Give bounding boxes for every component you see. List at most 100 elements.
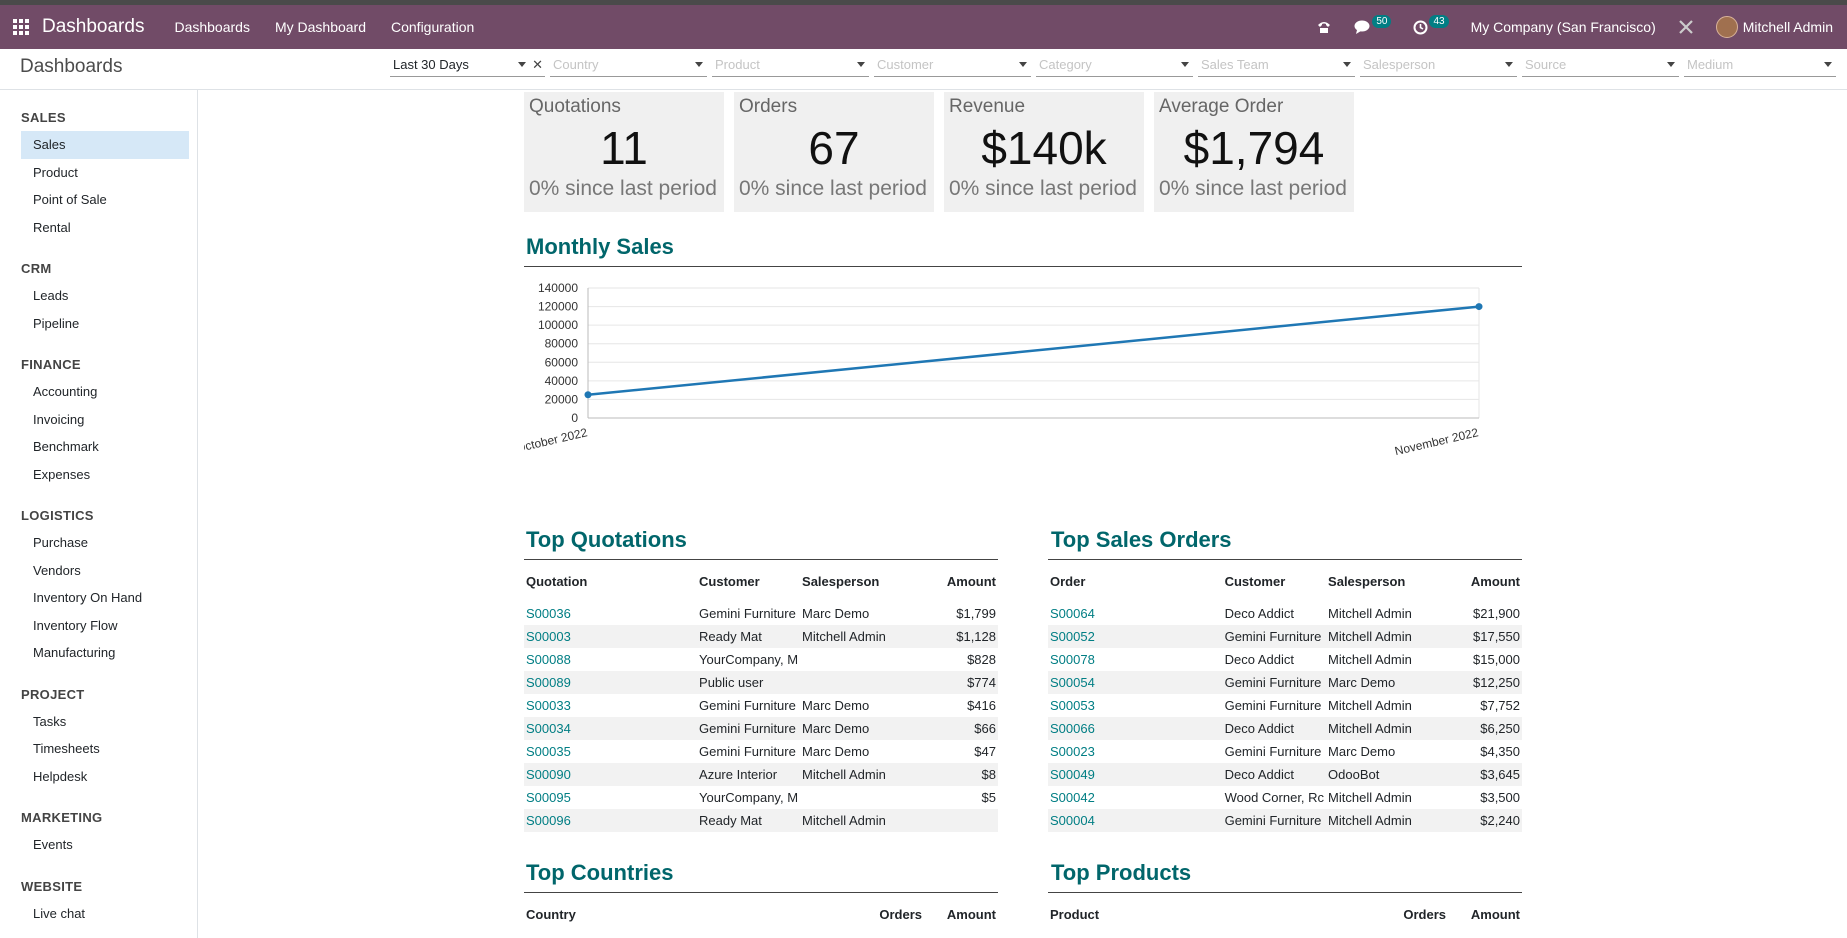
table-row[interactable]: S00096 Ready Mat Mitchell Admin [524, 809, 998, 832]
column-header[interactable]: Orders [844, 901, 924, 927]
sidebar-item-inventory-on-hand[interactable]: Inventory On Hand [21, 584, 189, 612]
record-link[interactable]: S00089 [526, 675, 571, 690]
sidebar-item-invoicing[interactable]: Invoicing [21, 406, 189, 434]
kpi-revenue[interactable]: Revenue $140k 0% since last period [944, 92, 1144, 212]
app-menu-button[interactable] [0, 5, 42, 49]
category-filter[interactable]: Category [1036, 53, 1193, 77]
table-cell[interactable]: S00052 [1048, 625, 1223, 648]
table-row[interactable]: S00064 Deco Addict Mitchell Admin $21,900 [1048, 602, 1522, 625]
table-cell[interactable]: S00036 [524, 602, 697, 625]
table-row[interactable]: S00090 Azure Interior Mitchell Admin $8 [524, 763, 998, 786]
record-link[interactable]: S00054 [1050, 675, 1095, 690]
record-link[interactable]: S00049 [1050, 767, 1095, 782]
column-header[interactable]: Orders [1368, 901, 1448, 927]
kpi-orders[interactable]: Orders 67 0% since last period [734, 92, 934, 212]
sidebar-item-inventory-flow[interactable]: Inventory Flow [21, 612, 189, 640]
sidebar-item-product[interactable]: Product [21, 159, 189, 187]
table-cell[interactable]: S00090 [524, 763, 698, 786]
record-link[interactable]: S00003 [526, 629, 571, 644]
table-cell[interactable]: S00035 [524, 740, 697, 763]
sidebar-item-purchase[interactable]: Purchase [21, 529, 189, 557]
record-link[interactable]: S00064 [1050, 606, 1095, 621]
sidebar-item-tasks[interactable]: Tasks [21, 708, 189, 736]
kpi-quotations[interactable]: Quotations 11 0% since last period [524, 92, 724, 212]
record-link[interactable]: S00096 [526, 813, 571, 828]
record-link[interactable]: S00042 [1050, 790, 1095, 805]
table-row[interactable]: S00088 YourCompany, M $828 [524, 648, 998, 671]
record-link[interactable]: S00066 [1050, 721, 1095, 736]
app-brand[interactable]: Dashboards [42, 16, 144, 38]
table-cell[interactable]: S00089 [524, 671, 698, 694]
table-row[interactable]: S00003 Ready Mat Mitchell Admin $1,128 [524, 625, 998, 648]
sidebar-item-pipeline[interactable]: Pipeline [21, 310, 189, 338]
column-header[interactable]: Product [1048, 901, 1368, 927]
product-filter[interactable]: Product [712, 53, 869, 77]
table-row[interactable]: S00023 Gemini Furniture Marc Demo $4,350 [1048, 740, 1522, 763]
source-filter[interactable]: Source [1522, 53, 1679, 77]
salesperson-filter[interactable]: Salesperson [1360, 53, 1517, 77]
phone-button[interactable] [1316, 19, 1332, 35]
sidebar-item-rental[interactable]: Rental [21, 214, 189, 242]
table-row[interactable]: S00066 Deco Addict Mitchell Admin $6,250 [1048, 717, 1522, 740]
column-header[interactable]: Amount [919, 568, 998, 594]
column-header[interactable]: Country [524, 901, 844, 927]
table-cell[interactable]: S00054 [1048, 671, 1223, 694]
record-link[interactable]: S00053 [1050, 698, 1095, 713]
sidebar-item-helpdesk[interactable]: Helpdesk [21, 763, 189, 791]
record-link[interactable]: S00036 [526, 606, 571, 621]
table-row[interactable]: S00034 Gemini Furniture Marc Demo $66 [524, 717, 998, 740]
record-link[interactable]: S00034 [526, 721, 571, 736]
table-cell[interactable]: S00049 [1048, 763, 1223, 786]
sidebar-item-sales[interactable]: Sales [21, 131, 189, 159]
sidebar-item-vendors[interactable]: Vendors [21, 557, 189, 585]
sidebar-item-live-chat[interactable]: Live chat [21, 900, 189, 928]
company-switcher[interactable]: My Company (San Francisco) [1471, 19, 1656, 35]
period-filter[interactable]: Last 30 Days ✕ [390, 53, 545, 77]
record-link[interactable]: S00033 [526, 698, 571, 713]
sidebar-item-leads[interactable]: Leads [21, 282, 189, 310]
activities-button[interactable]: 43 [1413, 14, 1449, 35]
column-header[interactable]: Customer [697, 568, 800, 594]
menu-my-dashboard[interactable]: My Dashboard [275, 19, 366, 35]
record-link[interactable]: S00035 [526, 744, 571, 759]
monthly-sales-chart[interactable]: 0 20000 40000 60000 80000 100000 120000 140000 O… [524, 280, 1524, 500]
customer-filter[interactable]: Customer [874, 53, 1031, 77]
table-cell[interactable]: S00033 [524, 694, 697, 717]
menu-configuration[interactable]: Configuration [391, 19, 474, 35]
sidebar-item-timesheets[interactable]: Timesheets [21, 735, 189, 763]
table-cell[interactable]: S00088 [524, 648, 697, 671]
country-filter[interactable]: Country [550, 53, 707, 77]
kpi-average-order[interactable]: Average Order $1,794 0% since last perio… [1154, 92, 1354, 212]
table-cell[interactable]: S00066 [1048, 717, 1223, 740]
sales-team-filter[interactable]: Sales Team [1198, 53, 1355, 77]
sidebar-item-events[interactable]: Events [21, 831, 189, 859]
record-link[interactable]: S00004 [1050, 813, 1095, 828]
table-cell[interactable]: S00053 [1048, 694, 1223, 717]
table-row[interactable]: S00033 Gemini Furniture Marc Demo $416 [524, 694, 998, 717]
record-link[interactable]: S00095 [526, 790, 571, 805]
sidebar-item-manufacturing[interactable]: Manufacturing [21, 639, 189, 667]
sidebar-item-expenses[interactable]: Expenses [21, 461, 189, 489]
table-cell[interactable]: S00003 [524, 625, 698, 648]
table-cell[interactable]: S00004 [1048, 809, 1223, 832]
column-header[interactable]: Salesperson [800, 568, 919, 594]
table-cell[interactable]: S00096 [524, 809, 698, 832]
table-cell[interactable]: S00095 [524, 786, 697, 809]
table-row[interactable]: S00036 Gemini Furniture Marc Demo $1,799 [524, 602, 998, 625]
table-row[interactable]: S00089 Public user $774 [524, 671, 998, 694]
record-link[interactable]: S00052 [1050, 629, 1095, 644]
column-header[interactable]: Quotation [524, 568, 697, 594]
table-row[interactable]: S00095 YourCompany, M $5 [524, 786, 998, 809]
table-row[interactable]: S00035 Gemini Furniture Marc Demo $47 [524, 740, 998, 763]
table-cell[interactable]: S00064 [1048, 602, 1223, 625]
record-link[interactable]: S00078 [1050, 652, 1095, 667]
clear-icon[interactable]: ✕ [532, 57, 543, 73]
debug-tools-button[interactable] [1678, 19, 1694, 35]
column-header[interactable]: Amount [924, 901, 998, 927]
table-cell[interactable]: S00034 [524, 717, 698, 740]
table-row[interactable]: S00049 Deco Addict OdooBot $3,645 [1048, 763, 1522, 786]
table-row[interactable]: S00078 Deco Addict Mitchell Admin $15,000 [1048, 648, 1522, 671]
table-row[interactable]: S00054 Gemini Furniture Marc Demo $12,250 [1048, 671, 1522, 694]
table-row[interactable]: S00042 Wood Corner, Rc Mitchell Admin $3,50… [1048, 786, 1522, 809]
sidebar-item-benchmark[interactable]: Benchmark [21, 433, 189, 461]
